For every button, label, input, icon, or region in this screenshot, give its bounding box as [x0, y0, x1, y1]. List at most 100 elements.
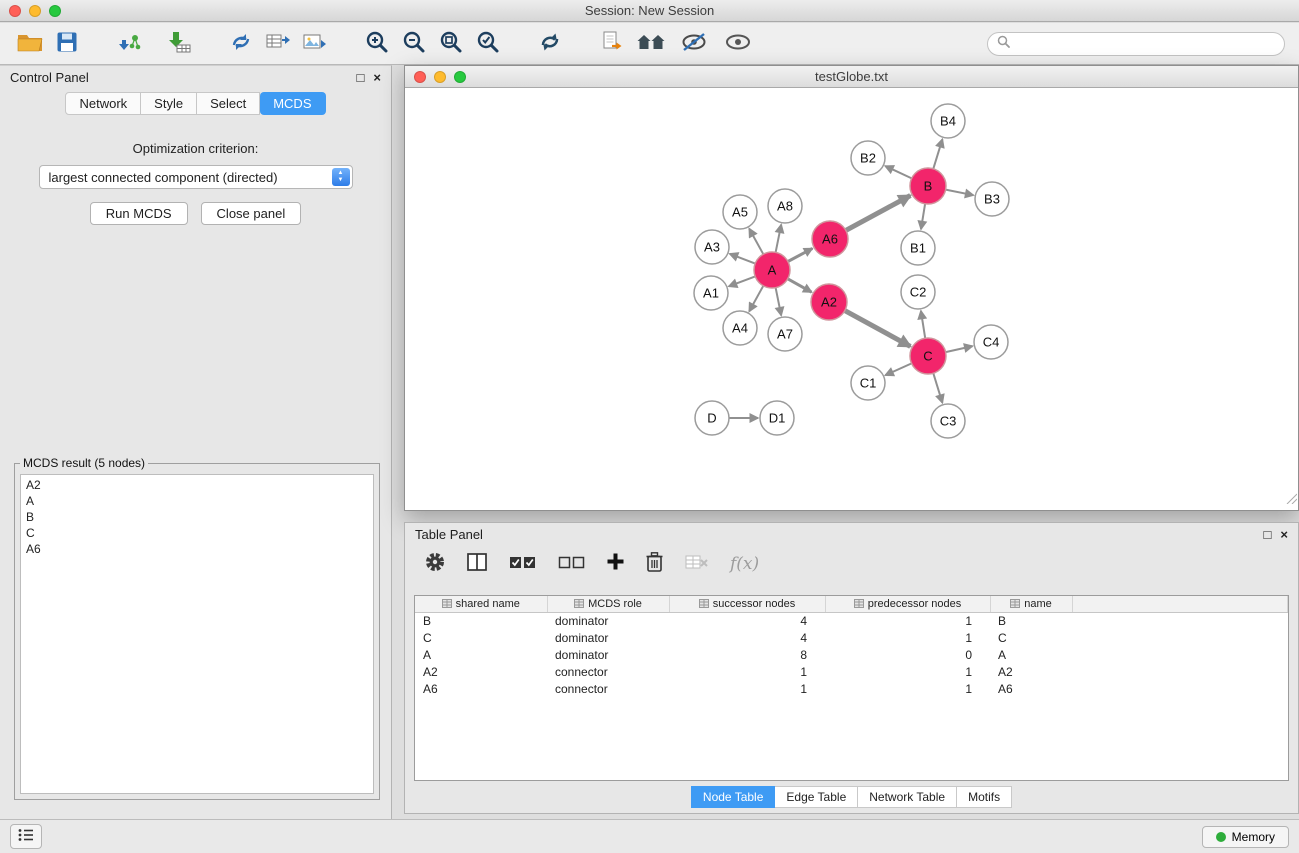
graph-edge-A-A2[interactable] [788, 279, 812, 292]
graph-node-D1[interactable]: D1 [760, 401, 794, 435]
close-panel-button[interactable]: Close panel [201, 202, 302, 225]
graph-node-A2[interactable]: A2 [811, 284, 847, 320]
hide-graphics-details-button[interactable] [676, 28, 714, 60]
graph-node-A5[interactable]: A5 [723, 195, 757, 229]
column-header-name[interactable]: name [990, 596, 1072, 613]
table-row[interactable]: A2connector11A2 [415, 664, 1288, 681]
apply-layout-button[interactable] [534, 28, 566, 60]
close-panel-icon[interactable]: × [373, 72, 381, 84]
graph-node-A7[interactable]: A7 [768, 317, 802, 351]
zoom-selected-button[interactable] [472, 28, 504, 60]
image-export-button[interactable] [299, 28, 331, 60]
table-settings-button[interactable] [425, 552, 445, 577]
save-session-button[interactable] [51, 28, 83, 60]
table-row[interactable]: Cdominator41C [415, 630, 1288, 647]
graph-edge-C-C2[interactable] [921, 311, 925, 338]
run-mcds-button[interactable]: Run MCDS [90, 202, 188, 225]
float-table-panel-icon[interactable]: □ [1264, 529, 1272, 541]
document-arrow-button[interactable] [596, 28, 628, 60]
network-canvas[interactable]: B4B2BB3A5A8A6B1A3AC2A1A2A4A7C4CC1C3DD1 [405, 89, 1298, 510]
table-row[interactable]: Bdominator41B [415, 613, 1288, 631]
column-header-successor-nodes[interactable]: successor nodes [669, 596, 825, 613]
import-table-button[interactable] [163, 28, 195, 60]
column-header-shared-name[interactable]: shared name [415, 596, 547, 613]
resize-grip-icon[interactable] [1285, 491, 1297, 509]
graph-edge-A-A1[interactable] [729, 276, 755, 286]
graph-node-A3[interactable]: A3 [695, 230, 729, 264]
unselect-all-button[interactable] [558, 554, 585, 575]
network-zoom-traffic-light[interactable] [454, 71, 466, 83]
network-close-traffic-light[interactable] [414, 71, 426, 83]
result-item[interactable]: A [26, 493, 368, 509]
network-minimize-traffic-light[interactable] [434, 71, 446, 83]
close-table-panel-icon[interactable]: × [1280, 529, 1288, 541]
graph-node-B[interactable]: B [910, 168, 946, 204]
tab-network-table[interactable]: Network Table [858, 786, 957, 808]
create-column-button[interactable] [607, 553, 624, 575]
home-pair-button[interactable] [633, 28, 671, 60]
tab-edge-table[interactable]: Edge Table [775, 786, 858, 808]
graph-edge-A-A6[interactable] [788, 248, 813, 261]
graph-node-B3[interactable]: B3 [975, 182, 1009, 216]
task-history-button[interactable] [10, 824, 42, 849]
mcds-result-list[interactable]: A2ABCA6 [20, 474, 374, 794]
graph-edge-B-B2[interactable] [885, 166, 912, 178]
graph-node-C3[interactable]: C3 [931, 404, 965, 438]
graph-edge-B-B1[interactable] [921, 204, 925, 229]
select-all-button[interactable] [509, 554, 536, 575]
zoom-fit-button[interactable] [435, 28, 467, 60]
table-row[interactable]: Adominator80A [415, 647, 1288, 664]
delete-table-button[interactable] [685, 554, 708, 575]
graph-edge-A-A5[interactable] [749, 229, 763, 255]
graph-node-A8[interactable]: A8 [768, 189, 802, 223]
tab-motifs[interactable]: Motifs [957, 786, 1012, 808]
memory-button[interactable]: Memory [1202, 826, 1289, 848]
search-input[interactable] [1015, 37, 1275, 51]
graph-edge-B-B4[interactable] [933, 139, 942, 169]
tab-select[interactable]: Select [197, 92, 260, 115]
graph-node-B4[interactable]: B4 [931, 104, 965, 138]
graph-edge-A-A8[interactable] [776, 225, 782, 253]
result-item[interactable]: A6 [26, 541, 368, 557]
graph-edge-A6-B[interactable] [846, 196, 911, 231]
graph-node-C4[interactable]: C4 [974, 325, 1008, 359]
graph-edge-C-C1[interactable] [885, 363, 911, 375]
tab-node-table[interactable]: Node Table [691, 786, 776, 808]
graph-edge-B-B3[interactable] [946, 190, 974, 196]
graph-edge-A-A4[interactable] [749, 286, 763, 312]
result-item[interactable]: A2 [26, 477, 368, 493]
graph-node-A4[interactable]: A4 [723, 311, 757, 345]
close-traffic-light[interactable] [9, 5, 21, 17]
column-header-predecessor-nodes[interactable]: predecessor nodes [825, 596, 990, 613]
graph-edge-A2-C[interactable] [845, 311, 911, 347]
column-header-MCDS-role[interactable]: MCDS role [547, 596, 669, 613]
graph-node-A1[interactable]: A1 [694, 276, 728, 310]
graph-node-D[interactable]: D [695, 401, 729, 435]
zoom-traffic-light[interactable] [49, 5, 61, 17]
network-arrows-button[interactable] [225, 28, 257, 60]
minimize-traffic-light[interactable] [29, 5, 41, 17]
import-network-button[interactable] [113, 28, 145, 60]
show-graphics-details-button[interactable] [719, 28, 757, 60]
graph-edge-A-A7[interactable] [776, 288, 782, 316]
open-session-button[interactable] [14, 28, 46, 60]
network-from-table-button[interactable] [262, 28, 294, 60]
search-field[interactable] [987, 32, 1285, 56]
graph-node-B2[interactable]: B2 [851, 141, 885, 175]
graph-edge-C-C4[interactable] [946, 346, 973, 352]
graph-node-A[interactable]: A [754, 252, 790, 288]
result-item[interactable]: B [26, 509, 368, 525]
graph-node-B1[interactable]: B1 [901, 231, 935, 265]
float-panel-icon[interactable]: □ [357, 72, 365, 84]
function-builder-button[interactable]: f(x) [730, 554, 759, 574]
optimization-dropdown[interactable]: largest connected component (directed) ▲… [39, 165, 353, 189]
show-columns-button[interactable] [467, 553, 487, 576]
zoom-in-button[interactable] [361, 28, 393, 60]
tab-network[interactable]: Network [65, 92, 141, 115]
result-item[interactable]: C [26, 525, 368, 541]
table-row[interactable]: A6connector11A6 [415, 681, 1288, 698]
delete-column-button[interactable] [646, 552, 663, 577]
graph-node-A6[interactable]: A6 [812, 221, 848, 257]
graph-node-C2[interactable]: C2 [901, 275, 935, 309]
graph-node-C[interactable]: C [910, 338, 946, 374]
